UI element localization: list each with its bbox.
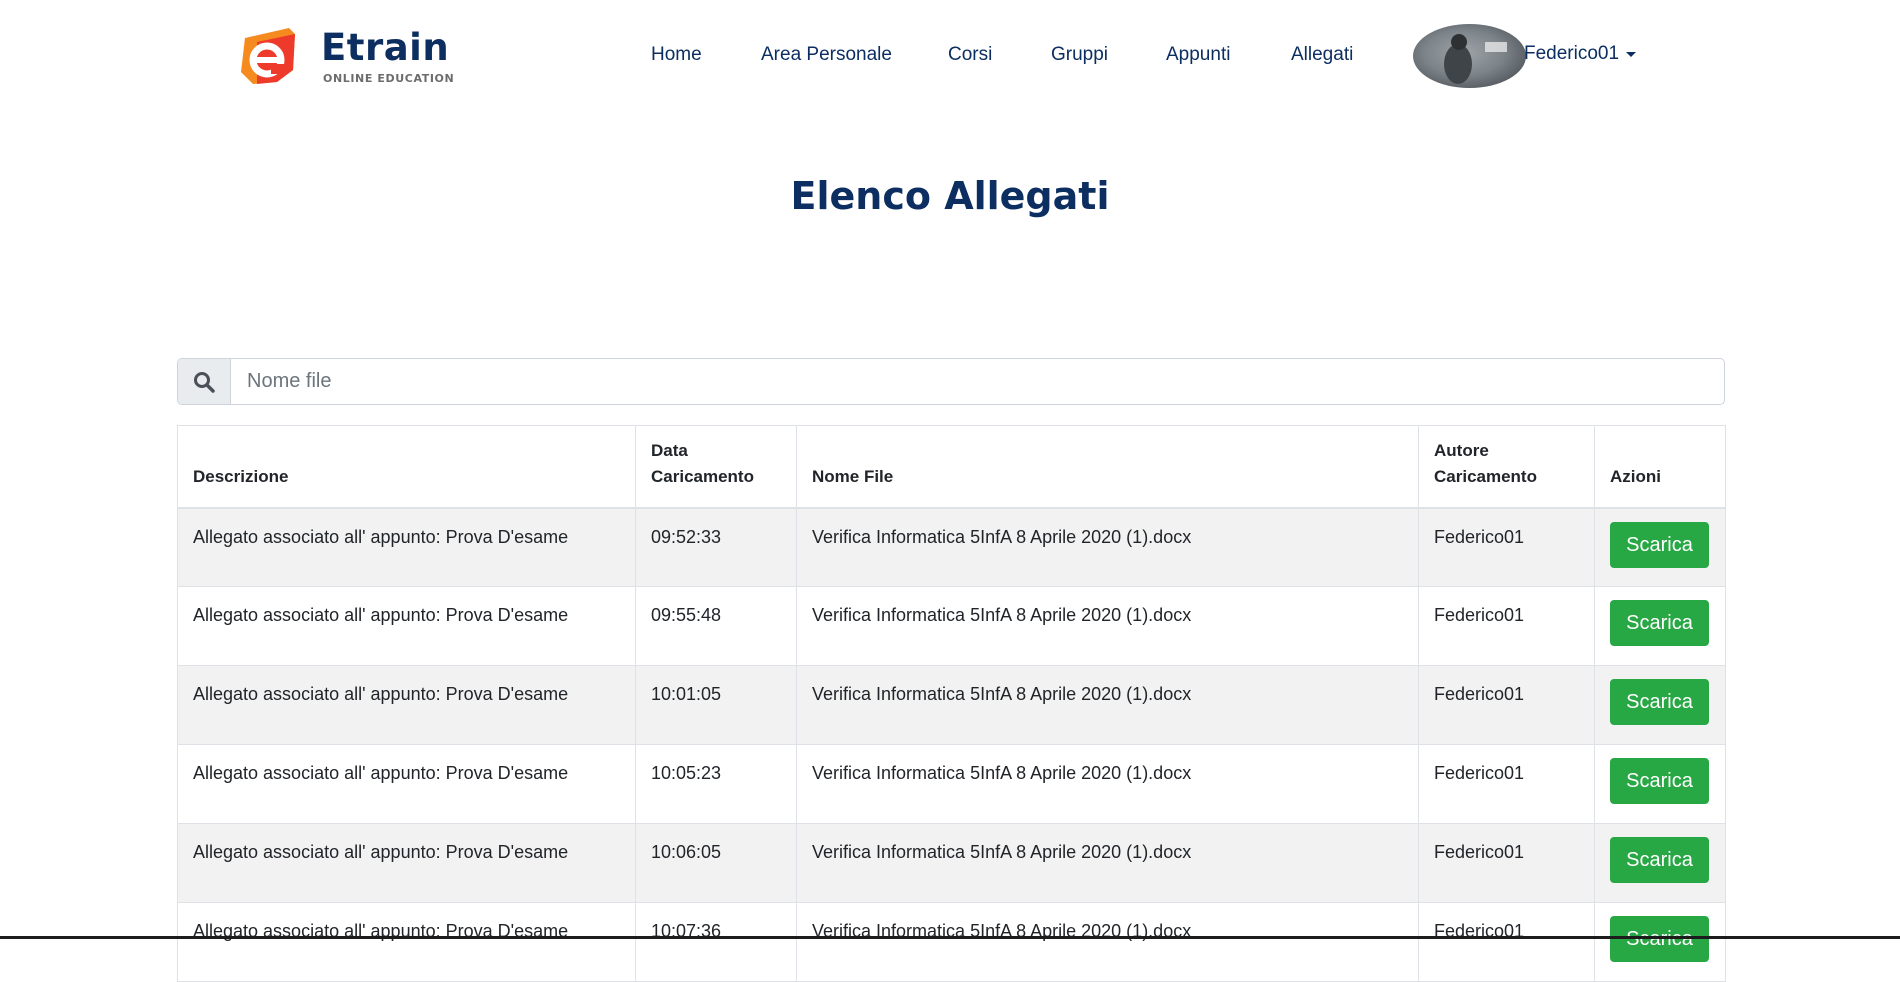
cell-data: 10:06:05 (635, 823, 797, 903)
brand-name: Etrain (321, 26, 450, 69)
cell-data: 09:55:48 (635, 586, 797, 666)
nav-area-personale[interactable]: Area Personale (761, 44, 892, 66)
header-autore-caricamento[interactable]: Autore Caricamento (1418, 425, 1595, 509)
cell-autore: Federico01 (1418, 744, 1595, 824)
cell-data: 10:07:36 (635, 902, 797, 982)
nav-gruppi[interactable]: Gruppi (1051, 44, 1108, 66)
nav-appunti[interactable]: Appunti (1166, 44, 1230, 66)
download-button[interactable]: Scarica (1610, 521, 1709, 568)
header-azioni: Azioni (1594, 425, 1726, 509)
nav-allegati[interactable]: Allegati (1291, 44, 1353, 66)
cell-autore: Federico01 (1418, 586, 1595, 666)
brand-logo[interactable]: Etrain ONLINE EDUCATION (237, 24, 457, 88)
search-addon (178, 359, 231, 404)
header-data-caricamento[interactable]: Data Caricamento (635, 425, 797, 509)
etrain-logo-icon (241, 28, 295, 84)
search-bar (177, 358, 1725, 405)
download-button[interactable]: Scarica (1610, 679, 1709, 725)
cell-azioni: Scarica (1594, 665, 1726, 745)
nav-corsi[interactable]: Corsi (948, 44, 992, 66)
table-row: Allegato associato all' appunto: Prova D… (177, 507, 1726, 587)
download-button[interactable]: Scarica (1610, 837, 1709, 883)
cell-nome-file: Verifica Informatica 5InfA 8 Aprile 2020… (796, 586, 1419, 666)
cell-azioni: Scarica (1594, 744, 1726, 824)
attachments-table: Descrizione Data Caricamento Nome File Au… (177, 425, 1726, 982)
attachments-table-wrapper: Descrizione Data Caricamento Nome File Au… (177, 425, 1726, 982)
nav-home[interactable]: Home (651, 44, 702, 66)
table-row: Allegato associato all' appunto: Prova D… (177, 665, 1726, 745)
cell-descrizione: Allegato associato all' appunto: Prova D… (177, 665, 636, 745)
cell-autore: Federico01 (1418, 665, 1595, 745)
header-nome-file[interactable]: Nome File (796, 425, 1419, 509)
table-row: Allegato associato all' appunto: Prova D… (177, 823, 1726, 903)
download-button[interactable]: Scarica (1610, 916, 1709, 962)
download-button[interactable]: Scarica (1610, 600, 1709, 646)
cell-azioni: Scarica (1594, 823, 1726, 903)
avatar-photo-icon (1444, 34, 1507, 84)
page-title: Elenco Allegati (790, 174, 1110, 218)
cell-autore: Federico01 (1418, 507, 1595, 587)
table-header-row: Descrizione Data Caricamento Nome File Au… (177, 425, 1726, 509)
download-button[interactable]: Scarica (1610, 758, 1709, 804)
cell-azioni: Scarica (1594, 902, 1726, 982)
brand-tagline: ONLINE EDUCATION (323, 72, 455, 85)
cell-descrizione: Allegato associato all' appunto: Prova D… (177, 507, 636, 587)
search-input[interactable] (231, 359, 1721, 404)
cell-data: 10:01:05 (635, 665, 797, 745)
cell-descrizione: Allegato associato all' appunto: Prova D… (177, 902, 636, 982)
cell-descrizione: Allegato associato all' appunto: Prova D… (177, 586, 636, 666)
table-row: Allegato associato all' appunto: Prova D… (177, 902, 1726, 982)
caret-down-icon[interactable] (1626, 52, 1636, 57)
cell-azioni: Scarica (1594, 507, 1726, 587)
table-row: Allegato associato all' appunto: Prova D… (177, 586, 1726, 666)
cell-descrizione: Allegato associato all' appunto: Prova D… (177, 823, 636, 903)
user-avatar[interactable] (1413, 24, 1526, 88)
cell-autore: Federico01 (1418, 823, 1595, 903)
cell-nome-file: Verifica Informatica 5InfA 8 Aprile 2020… (796, 744, 1419, 824)
cell-data: 10:05:23 (635, 744, 797, 824)
search-icon (194, 372, 215, 393)
table-row: Allegato associato all' appunto: Prova D… (177, 744, 1726, 824)
cell-nome-file: Verifica Informatica 5InfA 8 Aprile 2020… (796, 665, 1419, 745)
cell-autore: Federico01 (1418, 902, 1595, 982)
cell-azioni: Scarica (1594, 586, 1726, 666)
site-header: Etrain ONLINE EDUCATION Home Area Person… (0, 0, 1900, 110)
cell-nome-file: Verifica Informatica 5InfA 8 Aprile 2020… (796, 507, 1419, 587)
user-menu-toggle[interactable]: Federico01 (1524, 43, 1619, 65)
cell-nome-file: Verifica Informatica 5InfA 8 Aprile 2020… (796, 902, 1419, 982)
cell-nome-file: Verifica Informatica 5InfA 8 Aprile 2020… (796, 823, 1419, 903)
cell-descrizione: Allegato associato all' appunto: Prova D… (177, 744, 636, 824)
header-descrizione[interactable]: Descrizione (177, 425, 636, 509)
cell-data: 09:52:33 (635, 507, 797, 587)
